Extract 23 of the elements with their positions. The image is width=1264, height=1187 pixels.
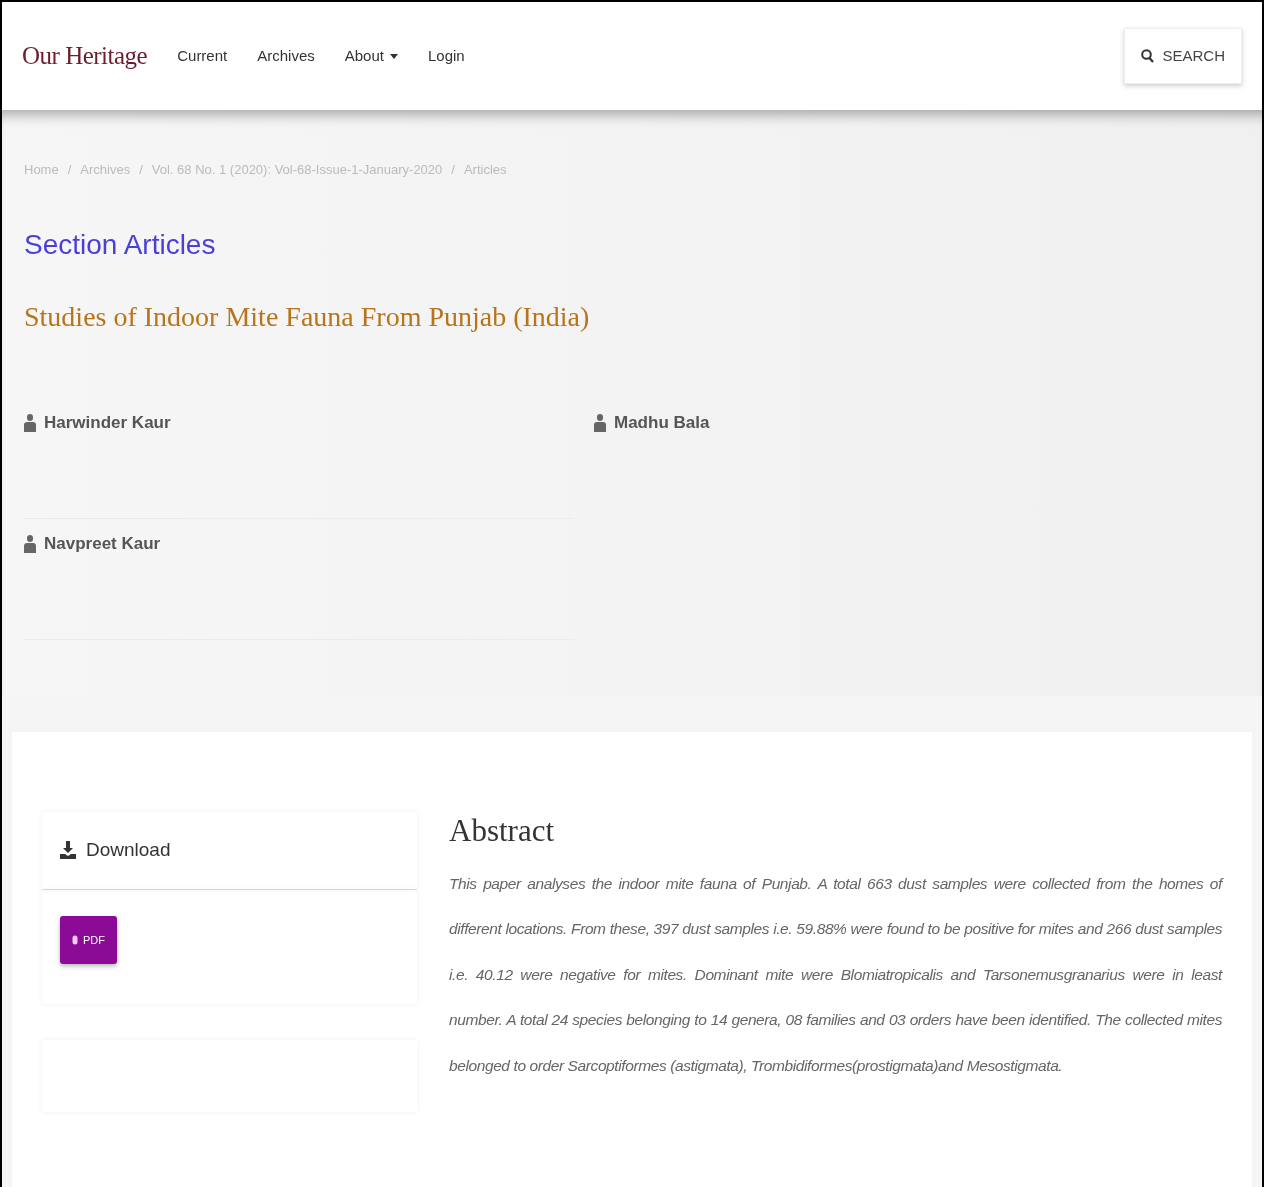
breadcrumb-separator: / — [451, 161, 455, 179]
download-title: Download — [86, 838, 171, 862]
download-icon — [60, 841, 76, 860]
abstract-text: This paper analyses the indoor mite fauna of Punjab. A total 663 dust samples were collected from the homes of different locations. From these, 397 dust samples i.e. 59.88% were found to be positive for mites and 266 dust samples i.e. 40.12 were negative for mites. Dominant mite were Blomiatropicalis and Tarsonemusgranarius were in least number. A total 24 species belonging to 14 genera, 08 families and 03 orders have been identified. The collected mites belonged to order Sarcoptiformes (astigmata), Trombidiformes(prostigmata)and Mesostigmata. — [449, 873, 1222, 1076]
search-button[interactable]: SEARCH — [1124, 27, 1242, 85]
site-logo[interactable]: Our Heritage — [22, 37, 148, 75]
breadcrumb-separator: / — [67, 161, 72, 179]
author-name: Harwinder Kaur — [44, 411, 171, 434]
section-heading: Section Articles — [24, 227, 217, 262]
nav-link[interactable]: Current — [177, 44, 228, 68]
author-name: Madhu Bala — [614, 411, 710, 434]
breadcrumb-separator: / — [139, 161, 143, 179]
author-name: Navpreet Kaur — [44, 532, 161, 555]
nav-link[interactable]: About — [344, 44, 398, 68]
person-icon — [24, 413, 36, 432]
nav-link[interactable]: Archives — [257, 44, 315, 68]
abstract-heading: Abstract — [449, 812, 556, 850]
search-icon — [1141, 49, 1155, 63]
person-icon — [594, 413, 606, 432]
pdf-button[interactable]: PDF — [60, 915, 117, 964]
nav-link[interactable]: Login — [427, 44, 465, 68]
person-icon — [24, 534, 36, 553]
article-title: Studies of Indoor Mite Fauna From Punjab (India) — [24, 299, 591, 334]
